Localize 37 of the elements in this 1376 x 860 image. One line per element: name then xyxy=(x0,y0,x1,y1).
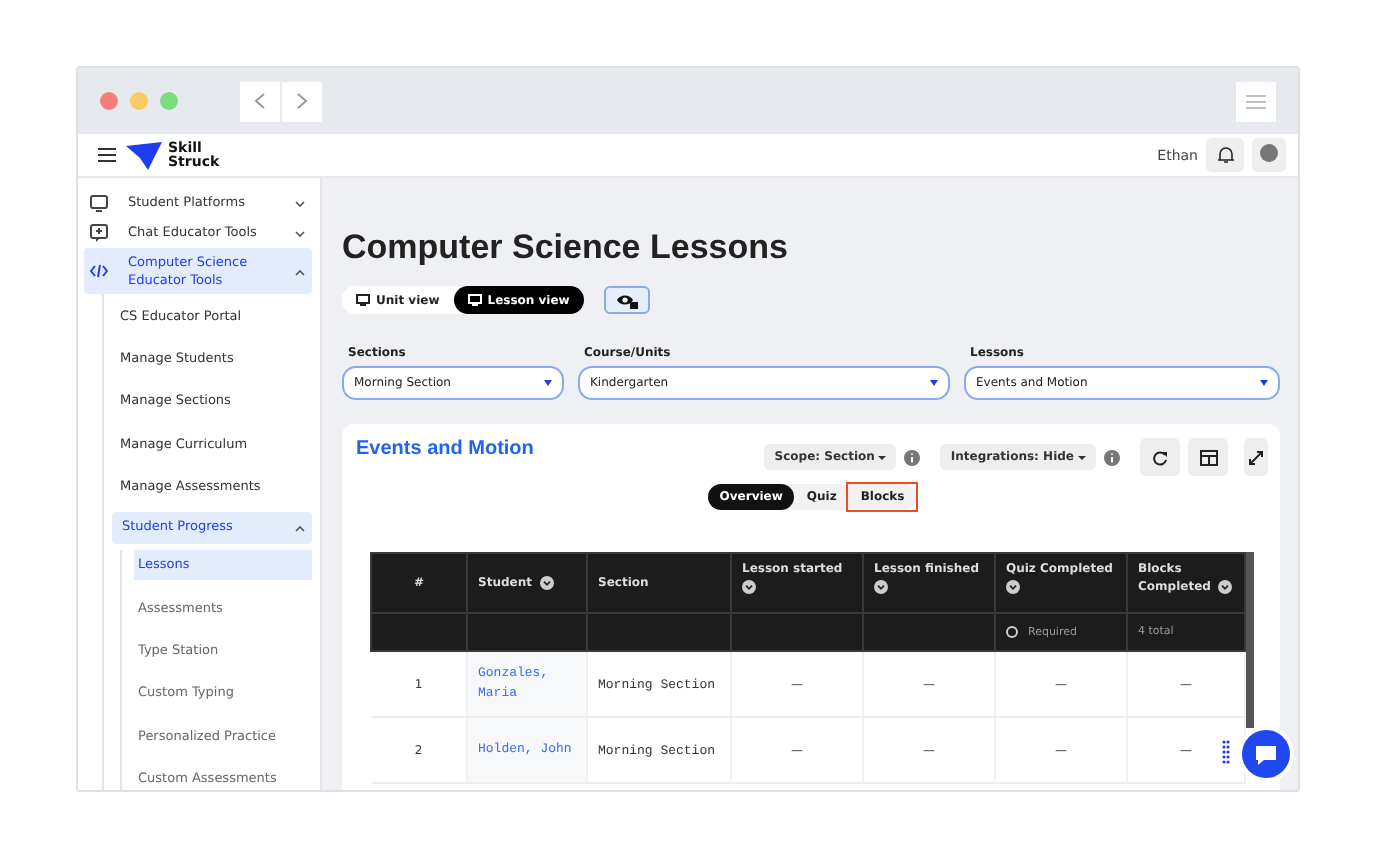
info-icon[interactable] xyxy=(904,449,921,465)
table-icon xyxy=(1199,449,1217,465)
expand-caret-icon[interactable] xyxy=(294,229,306,237)
card-title: Events and Motion xyxy=(356,438,534,460)
drag-handle-icon[interactable] xyxy=(1222,740,1230,764)
radio-icon[interactable] xyxy=(1006,625,1018,638)
monitor-icon xyxy=(467,294,482,306)
expand-icon xyxy=(1248,449,1264,465)
refresh-icon xyxy=(1152,449,1168,465)
menu-icon[interactable] xyxy=(98,148,116,162)
bell-icon xyxy=(1217,146,1233,164)
chat-button[interactable] xyxy=(1242,730,1290,778)
collapse-caret-icon[interactable] xyxy=(294,267,306,275)
info-icon[interactable] xyxy=(1104,449,1120,465)
logo-icon xyxy=(126,141,162,169)
page-title: Computer Science Lessons xyxy=(342,228,790,268)
minimize-dot[interactable] xyxy=(130,92,148,110)
code-icon xyxy=(90,262,110,280)
monitor-icon xyxy=(356,294,370,306)
chat-icon xyxy=(90,224,110,242)
scroll-bar[interactable] xyxy=(1246,552,1254,728)
maximize-dot[interactable] xyxy=(160,92,178,110)
close-dot[interactable] xyxy=(100,92,118,110)
eye-lock-icon xyxy=(615,291,638,309)
collapse-caret-icon[interactable] xyxy=(294,523,306,532)
monitor-icon xyxy=(90,194,110,212)
expand-caret-icon[interactable] xyxy=(294,199,306,207)
chevron-right-icon xyxy=(296,92,308,110)
sliders-icon xyxy=(1246,93,1266,109)
expand-button[interactable] xyxy=(1244,438,1268,476)
chat-bubble-icon xyxy=(1254,743,1278,765)
table-button[interactable] xyxy=(1188,438,1228,476)
notifications-button[interactable] xyxy=(1206,138,1244,172)
refresh-button[interactable] xyxy=(1140,438,1180,476)
avatar[interactable] xyxy=(1252,138,1286,172)
visibility-button[interactable] xyxy=(603,286,650,314)
chevron-left-icon xyxy=(254,92,266,110)
